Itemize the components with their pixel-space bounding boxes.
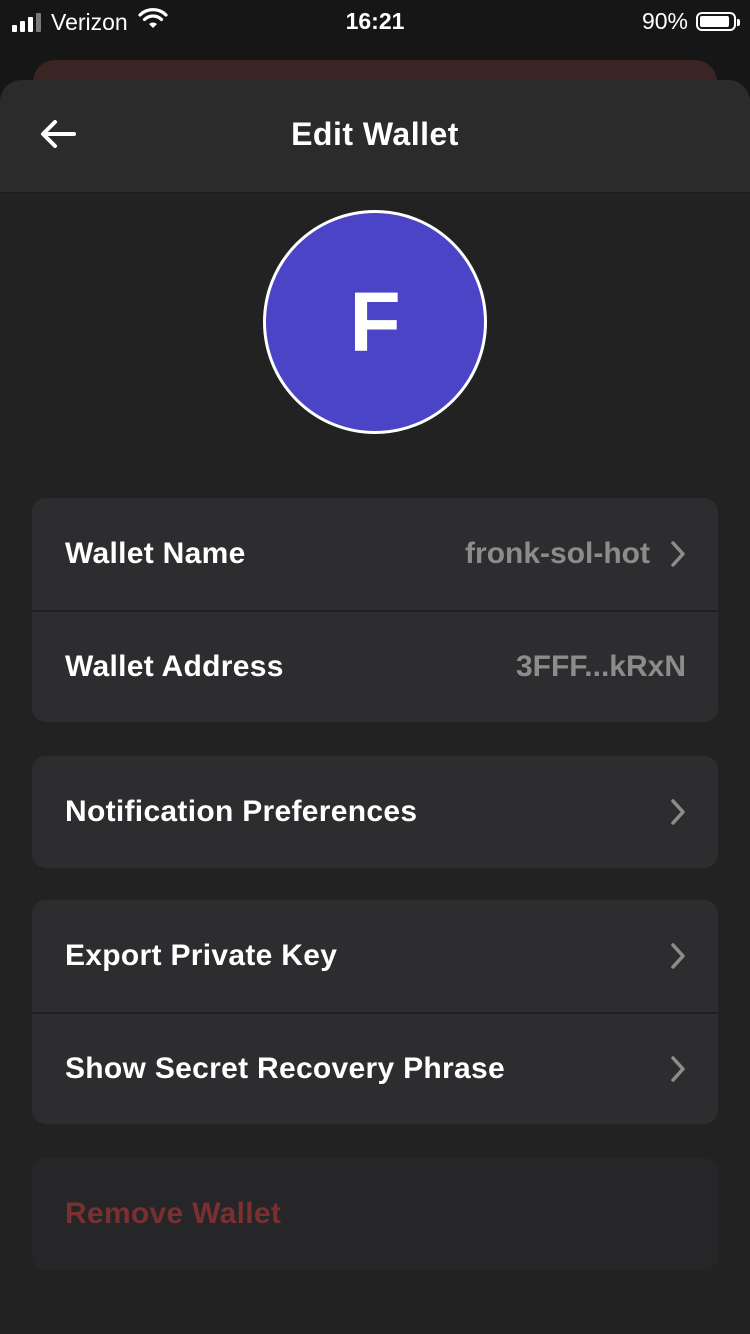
status-bar: Verizon 16:21 90% xyxy=(0,0,750,40)
chevron-right-icon xyxy=(656,797,686,827)
wallet-name-row[interactable]: Wallet Name fronk-sol-hot xyxy=(32,498,718,610)
chevron-right-icon xyxy=(656,1054,686,1084)
show-recovery-phrase-label: Show Secret Recovery Phrase xyxy=(65,1052,505,1085)
battery-percent: 90% xyxy=(641,8,688,34)
wallet-name-label: Wallet Name xyxy=(65,537,246,570)
notifications-card: Notification Preferences xyxy=(32,756,718,868)
remove-wallet-card: Remove Wallet xyxy=(32,1158,718,1270)
show-recovery-phrase-row[interactable]: Show Secret Recovery Phrase xyxy=(32,1012,718,1124)
status-right: 90% xyxy=(641,8,740,35)
remove-wallet-label: Remove Wallet xyxy=(65,1197,282,1230)
wallet-info-card: Wallet Name fronk-sol-hot Wallet Address… xyxy=(32,498,718,722)
page-title: Edit Wallet xyxy=(291,116,459,152)
export-private-key-label: Export Private Key xyxy=(65,939,338,972)
battery-fill xyxy=(700,16,729,27)
remove-wallet-button[interactable]: Remove Wallet xyxy=(32,1158,718,1270)
wallet-avatar[interactable]: F xyxy=(263,210,487,434)
notification-preferences-label: Notification Preferences xyxy=(65,795,418,828)
wallet-address-label: Wallet Address xyxy=(65,650,284,683)
export-private-key-row[interactable]: Export Private Key xyxy=(32,900,718,1012)
chevron-right-icon xyxy=(656,539,686,569)
wallet-address-row[interactable]: Wallet Address 3FFF...kRxN xyxy=(32,610,718,722)
avatar-initial: F xyxy=(349,274,401,369)
security-card: Export Private Key Show Secret Recovery … xyxy=(32,900,718,1124)
notification-preferences-row[interactable]: Notification Preferences xyxy=(32,756,718,868)
header: Edit Wallet xyxy=(0,80,750,193)
status-time: 16:21 xyxy=(345,8,405,34)
wallet-name-value: fronk-sol-hot xyxy=(465,537,650,570)
edit-wallet-sheet: Edit Wallet F Wallet Name fronk-sol-hot … xyxy=(0,80,750,1334)
screen: Verizon 16:21 90% Edit Wallet F Wallet N… xyxy=(0,0,750,1334)
battery-icon xyxy=(696,12,740,31)
wallet-address-value: 3FFF...kRxN xyxy=(515,650,686,683)
chevron-right-icon xyxy=(656,941,686,971)
